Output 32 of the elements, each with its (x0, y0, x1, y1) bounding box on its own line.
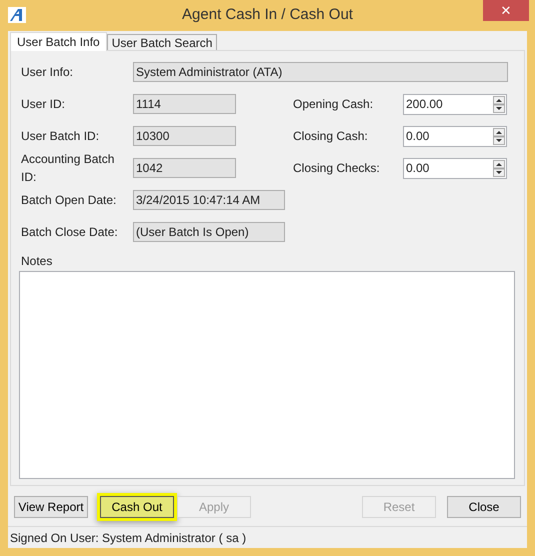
status-text: Signed On User: System Administrator ( sa ) (10, 530, 246, 546)
field-label: User ID: (21, 96, 66, 113)
field-label: Batch Open Date: (21, 192, 118, 209)
amount-spinbox[interactable]: 0.00 (403, 158, 507, 178)
spinner-arrows-icon[interactable] (493, 128, 505, 144)
field-label: User Batch ID: (21, 128, 100, 145)
spinner-arrows-icon[interactable] (493, 96, 505, 112)
amount-spinbox[interactable]: 0.00 (403, 126, 507, 146)
tab[interactable]: User Batch Info (10, 32, 107, 51)
highlighted-button[interactable]: Cash Out (100, 496, 174, 518)
dialog-button[interactable]: Close (447, 496, 521, 518)
read-only-field: 10300 (133, 126, 236, 146)
notes-field[interactable] (19, 271, 515, 479)
spinner-arrows-icon[interactable] (493, 160, 505, 176)
dialog-button[interactable]: View Report (14, 496, 88, 518)
window-title: Agent Cash In / Cash Out (182, 5, 353, 26)
read-only-field: 3/24/2015 10:47:14 AM (133, 190, 285, 210)
field-label: Batch Close Date: (21, 224, 119, 241)
field-label: Closing Cash: (293, 128, 369, 145)
close-button[interactable]: ✕ (483, 0, 529, 21)
notes-label: Notes (21, 253, 54, 270)
read-only-field: 1042 (133, 158, 236, 178)
tab[interactable]: User Batch Search (106, 34, 218, 50)
field-label: Accounting Batch ID: (21, 151, 116, 186)
read-only-field: (User Batch Is Open) (133, 222, 285, 242)
read-only-field: 1114 (133, 94, 236, 114)
field-label: Opening Cash: (293, 96, 374, 113)
field-label: Closing Checks: (293, 160, 381, 177)
app-logo-icon (8, 7, 26, 23)
read-only-field: System Administrator (ATA) (133, 62, 508, 82)
field-label: User Info: (21, 64, 74, 81)
amount-spinbox[interactable]: 200.00 (403, 94, 507, 114)
